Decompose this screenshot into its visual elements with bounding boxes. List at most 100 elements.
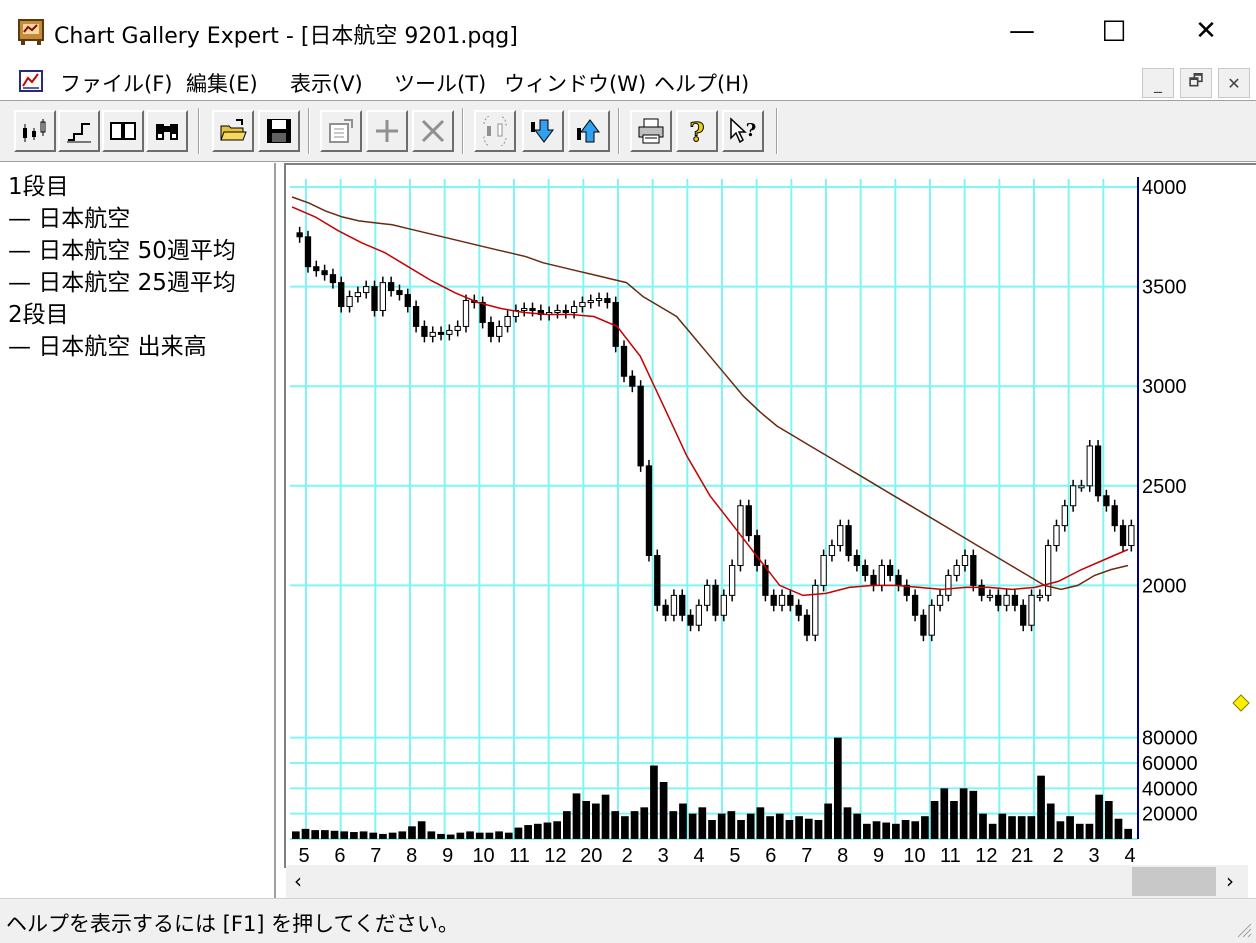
candle-body	[986, 594, 994, 598]
y-tick-label: 80000	[1142, 728, 1198, 750]
candle-body	[595, 298, 603, 302]
volume-bar	[369, 832, 378, 839]
candle-body	[496, 325, 503, 337]
candle-body	[662, 604, 669, 616]
add-button[interactable]	[366, 110, 408, 152]
window-title: Chart Gallery Expert - [日本航空 9201.pqg]	[54, 24, 518, 49]
volume-bar	[959, 788, 968, 839]
candlestick-chart-button[interactable]	[14, 110, 56, 152]
y-tick-label: 3500	[1142, 277, 1187, 299]
volume-bar	[863, 823, 871, 839]
menu-help[interactable]: ヘルプ(H)	[654, 68, 749, 98]
candle-body	[753, 535, 761, 566]
candle-body	[745, 505, 752, 537]
save-button[interactable]	[258, 110, 300, 152]
pane-split-marker	[1232, 694, 1250, 712]
legend-pane1-header[interactable]: 1段目	[8, 167, 69, 201]
x-tick-label: 2	[622, 845, 633, 867]
candle-body	[1086, 445, 1093, 487]
volume-bar	[853, 813, 862, 839]
add-plus-icon	[376, 120, 398, 142]
candle-body	[429, 331, 436, 337]
volume-bar	[988, 823, 997, 839]
minimize-button[interactable]: —	[976, 0, 1068, 62]
context-help-button[interactable]: ?	[722, 110, 764, 152]
close-button[interactable]: ✕	[1160, 0, 1252, 62]
open-button[interactable]	[212, 110, 254, 152]
move-up-button[interactable]	[568, 110, 610, 152]
candle-body	[396, 290, 403, 296]
volume-bar	[543, 822, 552, 839]
scroll-right-arrow-icon[interactable]: ›	[1226, 869, 1234, 893]
x-tick-label: 11	[940, 845, 961, 867]
candle-body	[853, 555, 861, 566]
menu-edit[interactable]: 編集(E)	[186, 68, 258, 98]
legend-item-volume[interactable]: — 日本航空 出来高	[8, 327, 207, 361]
candle-body	[1003, 594, 1010, 606]
candle-body	[953, 564, 960, 576]
volume-bar	[1008, 816, 1016, 839]
candle-body	[1094, 445, 1102, 497]
volume-bar	[592, 803, 600, 839]
candle-body	[587, 300, 594, 304]
volume-bar	[1085, 823, 1094, 839]
step-line-button[interactable]	[58, 110, 100, 152]
refresh-chart-button[interactable]	[474, 110, 516, 152]
menu-window[interactable]: ウィンドウ(W)	[504, 68, 646, 98]
volume-bar	[1027, 816, 1036, 839]
legend-item-ma50[interactable]: — 日本航空 50週平均	[8, 231, 236, 265]
candle-body	[970, 555, 977, 586]
menu-file[interactable]: ファイル(F)	[60, 68, 172, 98]
stock-chart[interactable]: 4000 3500 3000 2500 2000 80000 60000 40000 20000…	[286, 165, 1256, 868]
volume-bar	[737, 820, 745, 839]
chart-area[interactable]: 4000 3500 3000 2500 2000 80000 60000 40000 20000…	[284, 163, 1256, 868]
volume-bar	[756, 807, 765, 839]
mdi-minimize-button[interactable]: _	[1142, 68, 1174, 98]
volume-bar	[824, 803, 832, 839]
legend-item-price[interactable]: — 日本航空	[8, 199, 130, 233]
volume-bar	[766, 816, 774, 839]
candle-body	[803, 614, 811, 636]
volume-bar	[785, 820, 794, 839]
y-tick-label: 60000	[1142, 753, 1198, 775]
candle-body	[371, 286, 378, 312]
y-tick-label: 40000	[1142, 778, 1198, 800]
candle-body	[338, 282, 345, 308]
mdi-restore-button[interactable]: 🗗	[1180, 68, 1212, 98]
volume-bar	[388, 832, 397, 839]
volume-bar	[659, 782, 668, 839]
split-view-button[interactable]	[102, 110, 144, 152]
candle-body	[728, 564, 736, 596]
x-tick-label: 2	[1053, 845, 1064, 867]
delete-x-icon	[421, 119, 445, 143]
x-tick-label: 6	[334, 845, 345, 867]
move-down-button[interactable]	[522, 110, 564, 152]
volume-bar	[321, 830, 329, 839]
candle-body	[1069, 485, 1077, 507]
candle-body	[562, 310, 569, 314]
volume-bar	[679, 803, 687, 839]
volume-bar	[746, 813, 755, 839]
help-button[interactable]: ?	[676, 110, 718, 152]
find-button[interactable]	[146, 110, 188, 152]
horizontal-scrollbar[interactable]: ‹ ›	[286, 865, 1248, 898]
candle-body	[346, 296, 353, 308]
scroll-left-arrow-icon[interactable]: ‹	[294, 869, 302, 893]
volume-bar	[717, 813, 726, 839]
delete-button[interactable]	[412, 110, 454, 152]
mdi-close-button[interactable]: ✕	[1218, 68, 1250, 98]
candle-body	[437, 331, 445, 335]
candle-body	[704, 584, 711, 606]
x-tick-label: 20	[580, 845, 602, 867]
legend-item-ma25[interactable]: — 日本航空 25週平均	[8, 263, 236, 297]
menu-view[interactable]: 表示(V)	[290, 68, 363, 98]
volume-bar	[950, 801, 958, 839]
volume-bar	[892, 823, 900, 839]
scrollbar-thumb[interactable]	[1132, 867, 1216, 896]
legend-pane2-header[interactable]: 2段目	[8, 295, 69, 329]
print-button[interactable]	[630, 110, 672, 152]
maximize-button[interactable]: ☐	[1068, 0, 1160, 62]
properties-button[interactable]	[320, 110, 362, 152]
resize-grip-icon[interactable]	[1234, 920, 1252, 938]
menu-tools[interactable]: ツール(T)	[394, 68, 486, 98]
